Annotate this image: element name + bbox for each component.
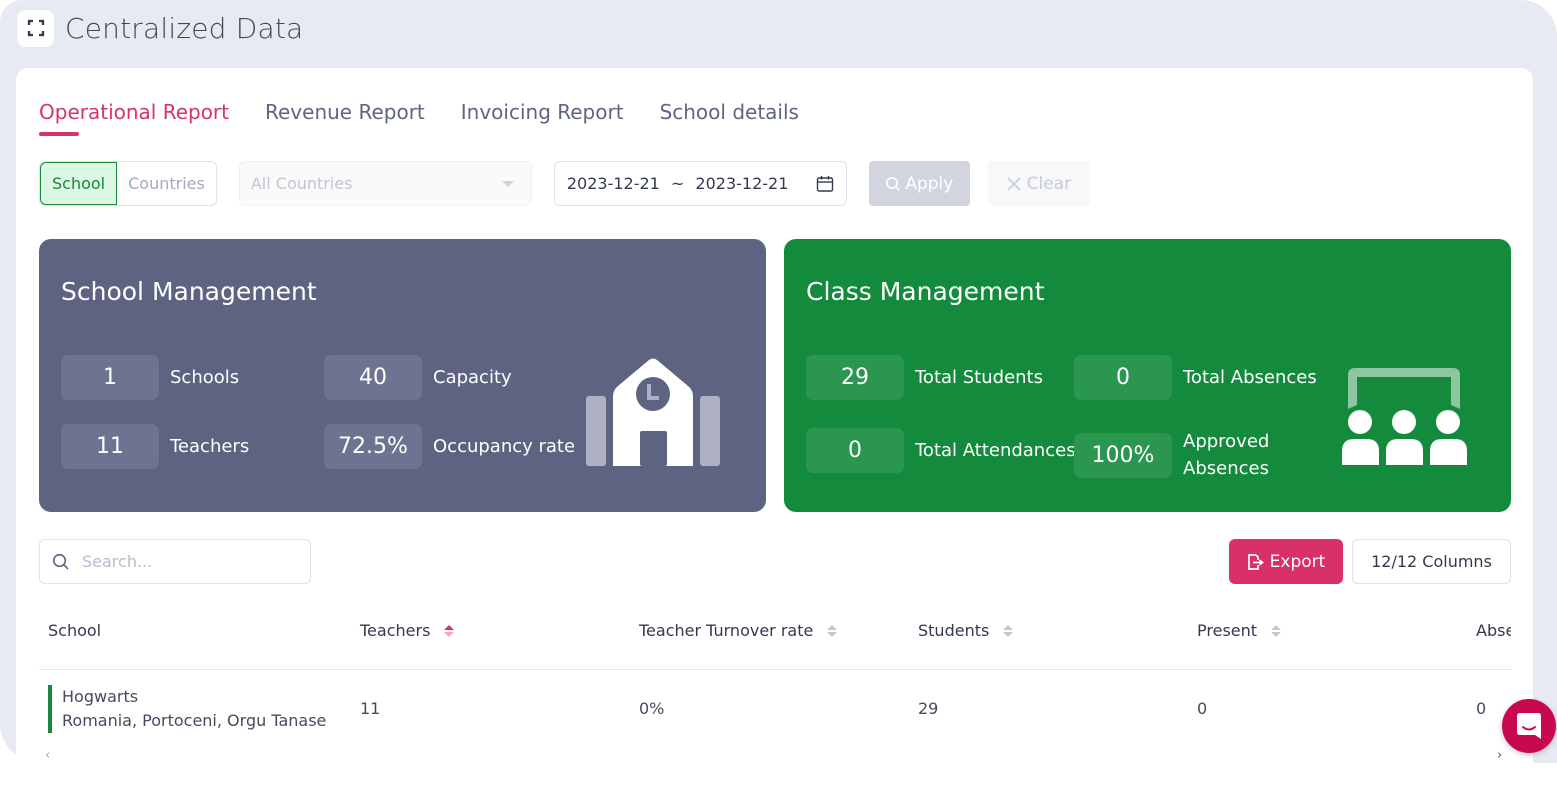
calendar-icon: [816, 175, 834, 192]
column-header-label: Teacher Turnover rate: [639, 621, 814, 640]
stat-value: 0: [806, 428, 904, 473]
school-location: Romania, Portoceni, Orgu Tanase: [62, 711, 327, 730]
stat-total-attendances: 0 Total Attendances: [806, 428, 1076, 473]
stat-value: 29: [806, 355, 904, 400]
column-header-label: Abse: [1476, 621, 1511, 640]
app-frame: Centralized Data Operational Report Reve…: [0, 0, 1557, 788]
filters-bar: School Countries All Countries 2023-12-2…: [39, 161, 1090, 206]
close-icon: [1007, 176, 1021, 191]
stat-value: 11: [61, 424, 159, 469]
stat-label: Total Attendances: [915, 440, 1076, 461]
column-header-label: Teachers: [360, 621, 431, 640]
sort-icon[interactable]: [827, 624, 838, 637]
schools-table: School Teachers Teacher Turnover rate St…: [39, 599, 1511, 769]
stat-value: 1: [61, 355, 159, 400]
export-button[interactable]: Export: [1229, 539, 1343, 584]
column-header-label: Students: [918, 621, 990, 640]
expand-icon: [27, 19, 44, 37]
tab-invoicing-report[interactable]: Invoicing Report: [461, 100, 624, 124]
header: Centralized Data: [17, 9, 303, 47]
stat-label: Teachers: [170, 436, 250, 457]
column-header-school[interactable]: School: [48, 621, 101, 640]
sort-icon[interactable]: [444, 624, 455, 637]
stat-total-absences: 0 Total Absences: [1074, 355, 1317, 400]
stat-capacity: 40 Capacity: [324, 355, 512, 400]
tab-operational-report[interactable]: Operational Report: [39, 100, 229, 136]
main-card: Operational Report Revenue Report Invoic…: [16, 68, 1533, 788]
tab-school-details[interactable]: School details: [660, 100, 799, 124]
stat-label: Occupancy rate: [433, 436, 576, 457]
class-management-title: Class Management: [806, 277, 1045, 306]
sort-icon[interactable]: [1271, 624, 1282, 637]
apply-button[interactable]: Apply: [868, 161, 970, 206]
date-start: 2023-12-21: [566, 174, 660, 193]
stat-approved-absences: 100% Approved Absences: [1074, 428, 1293, 482]
cell-present: 0: [1197, 699, 1208, 718]
scope-school-button[interactable]: School: [40, 162, 118, 205]
scope-countries-button[interactable]: Countries: [117, 162, 216, 205]
tab-revenue-report[interactable]: Revenue Report: [265, 100, 425, 124]
column-header-absent[interactable]: Abse: [1476, 621, 1511, 640]
search-input[interactable]: [82, 552, 282, 571]
scroll-right-icon[interactable]: ›: [1497, 748, 1502, 763]
column-header-label: School: [48, 621, 102, 640]
report-tabs: Operational Report Revenue Report Invoic…: [39, 100, 835, 136]
class-management-panel: Class Management 29 Total Students 0 Tot…: [784, 239, 1511, 512]
column-header-students[interactable]: Students: [918, 621, 1014, 640]
stat-total-students: 29 Total Students: [806, 355, 1043, 400]
apply-label: Apply: [905, 173, 954, 194]
column-header-present[interactable]: Present: [1197, 621, 1282, 640]
country-select-value: All Countries: [250, 174, 353, 193]
stat-label: Schools: [170, 367, 240, 388]
date-range-text: 2023-12-21 ~ 2023-12-21: [567, 174, 789, 193]
country-select[interactable]: All Countries: [238, 161, 532, 206]
school-cell: Hogwarts Romania, Portoceni, Orgu Tanase: [48, 685, 326, 733]
school-building-icon: [586, 358, 720, 466]
header-divider: [39, 669, 1511, 670]
clear-button[interactable]: Clear: [987, 161, 1090, 206]
stat-label: Total Students: [915, 367, 1043, 388]
stat-value: 100%: [1074, 432, 1172, 478]
search-box: [39, 539, 311, 584]
search-icon: [886, 176, 901, 191]
stat-value: 40: [324, 355, 422, 400]
stat-teachers: 11 Teachers: [61, 424, 249, 469]
page-title: Centralized Data: [65, 11, 304, 45]
stat-label: Total Absences: [1183, 367, 1317, 388]
chevron-down-icon: [501, 180, 514, 187]
school-management-panel: School Management 1 Schools 40 Capacity …: [39, 239, 766, 512]
stat-value: 0: [1074, 355, 1172, 400]
expand-button[interactable]: [17, 9, 54, 47]
school-name: Hogwarts: [62, 687, 139, 706]
chat-button[interactable]: [1502, 699, 1556, 753]
stat-schools: 1 Schools: [61, 355, 239, 400]
search-icon: [52, 553, 69, 570]
date-separator: ~: [670, 174, 685, 193]
stat-label: Approved Absences: [1183, 431, 1270, 479]
stat-occupancy-rate: 72.5% Occupancy rate: [324, 424, 575, 469]
export-icon: [1247, 553, 1264, 570]
cell-absent: 0: [1476, 699, 1487, 718]
date-range-picker[interactable]: 2023-12-21 ~ 2023-12-21: [553, 161, 847, 206]
sort-icon[interactable]: [1003, 624, 1014, 637]
date-end: 2023-12-21: [695, 174, 789, 193]
stat-label: Capacity: [433, 367, 512, 388]
columns-toggle-button[interactable]: 12/12 Columns: [1352, 539, 1511, 584]
table-toolbar: Export 12/12 Columns: [39, 539, 1511, 584]
scope-toggle: School Countries: [39, 161, 217, 206]
school-management-title: School Management: [61, 277, 317, 306]
cell-turnover: 0%: [639, 699, 665, 718]
cell-teachers: 11: [360, 699, 381, 718]
scroll-left-icon[interactable]: ‹: [45, 748, 50, 763]
column-header-teachers[interactable]: Teachers: [360, 621, 455, 640]
clear-label: Clear: [1026, 173, 1072, 194]
chat-icon: [1517, 713, 1541, 739]
column-header-label: Present: [1197, 621, 1258, 640]
cell-students: 29: [918, 699, 939, 718]
column-header-teacher-turnover-rate[interactable]: Teacher Turnover rate: [639, 621, 838, 640]
export-label: Export: [1269, 551, 1326, 572]
stat-value: 72.5%: [324, 424, 422, 469]
classroom-icon: [1342, 368, 1467, 465]
